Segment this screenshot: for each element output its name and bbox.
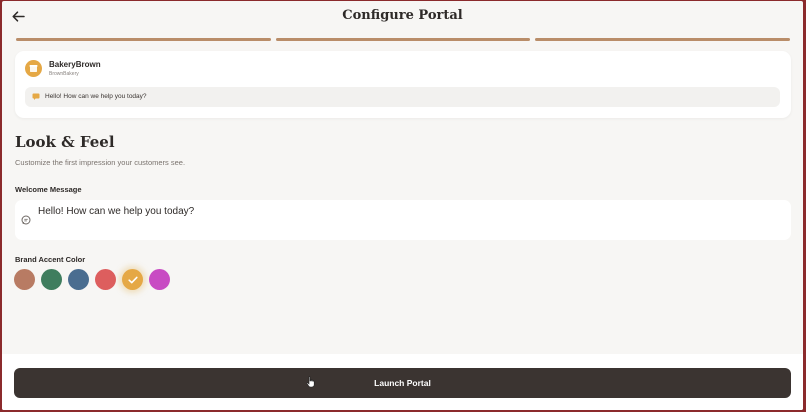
accent-color-swatches	[14, 269, 170, 290]
store-icon	[29, 65, 38, 72]
bottom-action-bar: Launch Portal	[2, 354, 803, 410]
mouse-pointer-icon	[306, 376, 315, 388]
color-swatch-3[interactable]	[68, 269, 89, 290]
section-subtitle: Customize the first impression your cust…	[15, 158, 186, 167]
color-swatch-4[interactable]	[95, 269, 116, 290]
color-swatch-2[interactable]	[41, 269, 62, 290]
configure-portal-screen: Configure Portal BakeryBrown BrownBakery…	[2, 1, 803, 410]
header: Configure Portal	[2, 1, 803, 33]
preview-message-bubble: Hello! How can we help you today?	[25, 87, 780, 107]
chat-bubble-icon	[21, 215, 31, 225]
chat-bubble-icon	[32, 93, 40, 100]
welcome-message-label: Welcome Message	[15, 185, 82, 194]
progress-step-2	[275, 38, 531, 41]
section-title: Look & Feel	[15, 133, 115, 151]
step-progress	[16, 38, 791, 41]
welcome-message-field[interactable]	[15, 200, 791, 240]
progress-step-1	[16, 38, 271, 41]
page-title: Configure Portal	[342, 8, 463, 23]
brand-avatar	[25, 60, 42, 77]
color-swatch-1[interactable]	[14, 269, 35, 290]
accent-color-label: Brand Accent Color	[15, 255, 86, 264]
brand-name: BakeryBrown	[49, 60, 101, 69]
brand-handle: BrownBakery	[49, 71, 79, 77]
progress-step-3	[535, 38, 791, 41]
welcome-message-input[interactable]	[38, 206, 778, 217]
portal-preview-card: BakeryBrown BrownBakery Hello! How can w…	[15, 51, 791, 118]
color-swatch-5[interactable]	[122, 269, 143, 290]
preview-message-text: Hello! How can we help you today?	[45, 93, 147, 100]
check-icon	[127, 276, 138, 283]
launch-portal-button[interactable]: Launch Portal	[14, 368, 791, 398]
color-swatch-6[interactable]	[149, 269, 170, 290]
